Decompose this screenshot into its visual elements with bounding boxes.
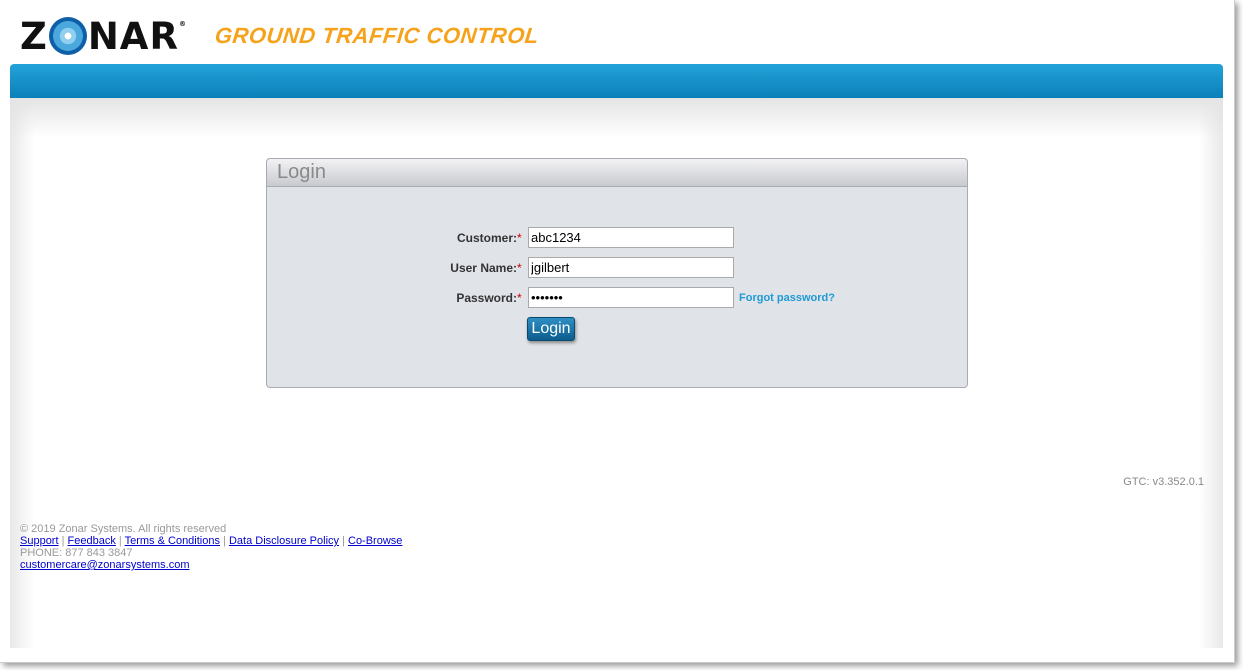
password-row: Password: * Forgot password? <box>267 287 835 308</box>
username-input[interactable] <box>528 257 734 278</box>
username-row: User Name: * <box>267 257 734 278</box>
required-marker: * <box>517 260 522 275</box>
app-title: GROUND TRAFFIC CONTROL <box>213 23 541 48</box>
separator: | <box>339 535 348 547</box>
copyright: © 2019 Zonar Systems. All rights reserve… <box>20 523 227 535</box>
customer-row: Customer: * <box>267 227 734 248</box>
forgot-password-link[interactable]: Forgot password? <box>739 292 835 304</box>
co-browse-link[interactable]: Co-Browse <box>348 535 402 547</box>
phone: PHONE: 877 843 3847 <box>20 547 133 559</box>
required-marker: * <box>517 230 522 245</box>
footer-links: Support | Feedback | Terms & Conditions … <box>20 535 402 547</box>
footer: © 2019 Zonar Systems. All rights reserve… <box>20 523 402 571</box>
login-title: Login <box>267 159 967 187</box>
separator: | <box>115 535 125 547</box>
terms-link[interactable]: Terms & Conditions <box>125 535 220 547</box>
login-panel: Login Customer: * User Name: * Password:… <box>266 158 968 388</box>
zonar-logo: Z NAR ® <box>20 14 187 58</box>
header: Z NAR ® GROUND TRAFFIC CONTROL <box>20 14 541 58</box>
version-label: GTC: v3.352.0.1 <box>1123 476 1204 488</box>
password-label: Password: <box>456 290 517 305</box>
email-link[interactable]: customercare@zonarsystems.com <box>20 559 190 571</box>
username-label: User Name: <box>450 260 517 275</box>
browser-window: Z NAR ® GROUND TRAFFIC CONTROL Login Custo… <box>0 0 1235 663</box>
data-disclosure-link[interactable]: Data Disclosure Policy <box>229 535 339 547</box>
separator: | <box>58 535 68 547</box>
required-marker: * <box>517 290 522 305</box>
separator: | <box>219 535 229 547</box>
customer-label: Customer: <box>456 230 517 245</box>
support-link[interactable]: Support <box>20 535 59 547</box>
password-input[interactable] <box>528 287 734 308</box>
customer-input[interactable] <box>528 227 734 248</box>
target-icon <box>48 17 87 55</box>
nav-bar <box>10 64 1223 98</box>
login-button[interactable]: Login <box>527 317 575 341</box>
feedback-link[interactable]: Feedback <box>68 535 116 547</box>
